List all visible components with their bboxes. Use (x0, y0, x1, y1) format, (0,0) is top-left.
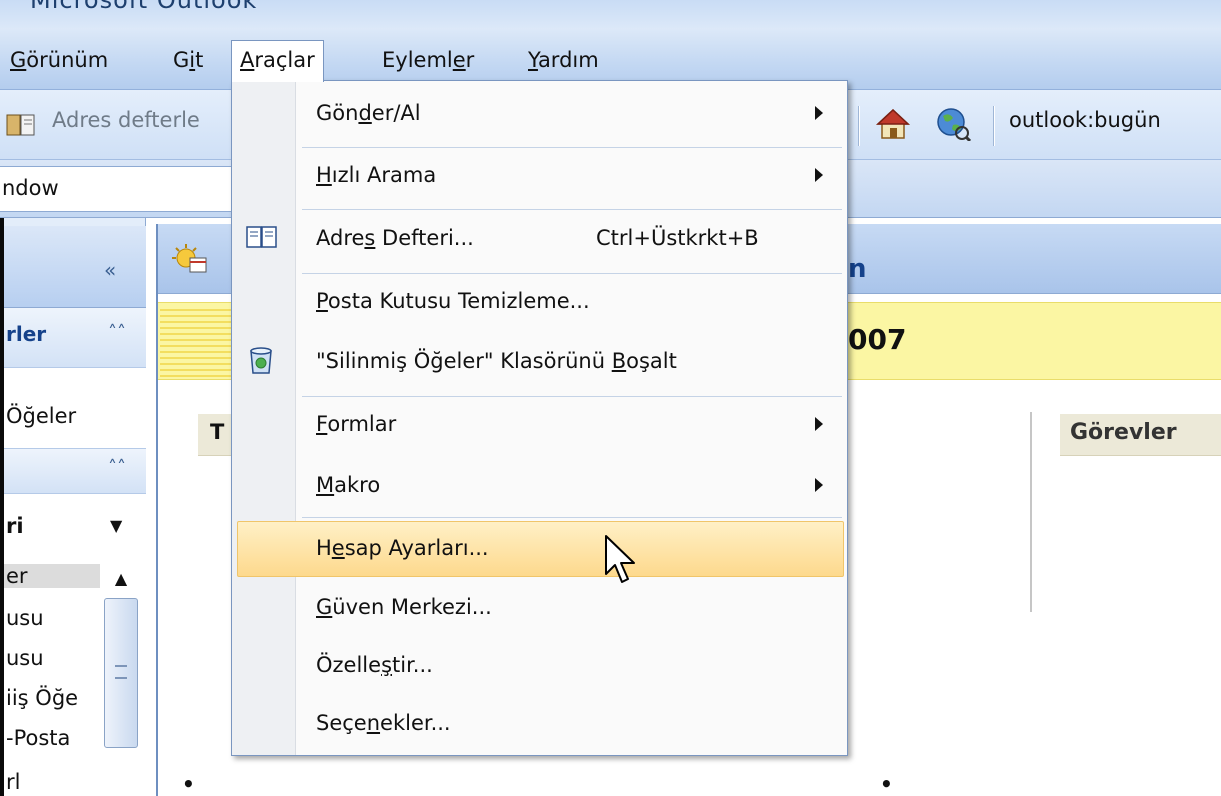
address-bar-input[interactable]: outlook:bugün (1009, 108, 1161, 132)
submenu-arrow-icon (815, 478, 823, 492)
menu-item-account-settings[interactable]: Hesap Ayarları... (237, 521, 844, 577)
submenu-arrow-icon (815, 168, 823, 182)
menu-gorunum-accel: G (10, 48, 27, 72)
main-header-title: n (848, 254, 867, 284)
menu-separator (302, 396, 842, 397)
menu-item-forms[interactable]: Formlar (232, 398, 847, 454)
menu-item-label: Hesap Ayarları... (316, 536, 489, 560)
nav-folder-list: er usu usu iiş Öğe -Posta rl ▲ (0, 558, 146, 796)
menu-yardim-accel: Y (528, 48, 538, 72)
collapse-nav-icon[interactable]: « (104, 258, 116, 282)
list-item[interactable]: iiş Öğe (6, 686, 78, 710)
recycle-bin-icon (246, 347, 276, 380)
menu-item-label: Güven Merkezi... (316, 595, 492, 619)
address-book-icon[interactable] (6, 112, 36, 143)
nav-folder-dropdown[interactable]: ri ▼ (0, 494, 146, 558)
navigation-pane: « rler ˄˄ Öğeler ˄˄ ri ▼ er usu usu iiş … (0, 218, 146, 796)
menu-separator (302, 209, 842, 210)
nav-section-favorites[interactable]: rler ˄˄ (0, 308, 146, 368)
chevron-up-icon[interactable]: ˄˄ (108, 457, 126, 478)
nav-pane-header: « (0, 226, 146, 308)
globe-icon[interactable] (935, 107, 972, 146)
list-item[interactable]: er (0, 564, 100, 588)
menu-git-pre: G (173, 48, 190, 72)
outlook-today-icon (172, 244, 208, 279)
address-book-icon (246, 224, 278, 255)
window-title: Microsoft Outlook (30, 0, 258, 14)
menu-gorunum-label: örünüm (26, 48, 109, 72)
menu-item-macro[interactable]: Makro (232, 459, 847, 515)
list-item[interactable]: usu (6, 646, 44, 670)
menu-separator (302, 273, 842, 274)
sun-graphic (160, 307, 234, 377)
menu-item-options[interactable]: Seçenekler... (232, 697, 847, 753)
menu-item-label: Özelleştir... (316, 653, 433, 677)
tasks-column-header[interactable]: Görevler (1060, 414, 1221, 456)
menu-eylemler-label: r (465, 48, 475, 72)
menu-item-mailbox-cleanup[interactable]: Posta Kutusu Temizleme... (232, 275, 847, 331)
date-banner-text: 007 (848, 323, 907, 356)
menu-item-address-book[interactable]: Adres Defteri... Ctrl+Üstkrkt+B (232, 212, 847, 268)
menu-item-trust-center[interactable]: Güven Merkezi... (232, 581, 847, 637)
search-field[interactable]: ndow (0, 166, 232, 212)
menu-item-customize[interactable]: Özelleştir... (232, 639, 847, 695)
menu-araclar-label: raçlar (254, 48, 315, 72)
list-item[interactable]: usu (6, 606, 44, 630)
menu-yardim[interactable]: Yardım (520, 40, 607, 80)
nav-section-all-folders[interactable]: ˄˄ (0, 448, 146, 494)
menu-araclar[interactable]: Araçlar (231, 40, 324, 82)
menu-git-label: t (195, 48, 204, 72)
menu-gorunum[interactable]: Görünüm (2, 40, 116, 80)
nav-folder-item[interactable]: Öğeler (6, 404, 76, 428)
menu-item-label: Makro (316, 473, 381, 497)
tasks-column-label: Görevler (1070, 420, 1177, 445)
address-book-search-input[interactable]: Adres defterle (52, 108, 200, 132)
content-fragment: • (182, 772, 195, 796)
nav-section-label: rler (6, 322, 47, 346)
list-item[interactable]: -Posta (6, 726, 70, 750)
tools-dropdown-menu: Gönder/Al Hızlı Arama Adres Defteri... C… (231, 80, 848, 756)
menu-git[interactable]: Git (165, 40, 211, 80)
submenu-arrow-icon (815, 106, 823, 120)
menu-item-label: Posta Kutusu Temizleme... (316, 289, 590, 313)
menu-eylemler-accel: e (452, 48, 466, 72)
menu-item-label: Gönder/Al (316, 101, 421, 125)
menu-item-label: "Silinmiş Öğeler" Klasörünü Boşalt (316, 349, 677, 373)
menu-eylemler[interactable]: Eylemler (374, 40, 482, 80)
mouse-pointer-icon (604, 534, 640, 591)
menu-item-label: Hızlı Arama (316, 163, 437, 187)
chevron-up-icon[interactable]: ˄˄ (108, 322, 126, 343)
toolbar-separator (993, 106, 995, 146)
submenu-arrow-icon (815, 417, 823, 431)
nav-section-body: Öğeler (0, 368, 146, 448)
list-item[interactable]: rl (6, 770, 20, 794)
scroll-up-arrow-icon[interactable]: ▲ (104, 566, 138, 592)
menu-item-shortcut: Ctrl+Üstkrkt+B (596, 226, 759, 250)
menu-eylemler-pre: Eyleml (382, 48, 453, 72)
nav-dropdown-label: ri (6, 514, 24, 538)
menu-item-label: Formlar (316, 412, 397, 436)
calendar-column-label: T (210, 420, 225, 444)
scrollbar-thumb[interactable] (104, 598, 138, 748)
window-border (0, 218, 4, 796)
content-fragment: • (880, 772, 893, 796)
menu-item-empty-deleted-items[interactable]: "Silinmiş Öğeler" Klasörünü Boşalt (232, 335, 847, 391)
menu-item-quick-search[interactable]: Hızlı Arama (232, 149, 847, 205)
column-divider (1030, 412, 1032, 612)
menu-item-label: Seçenekler... (316, 711, 451, 735)
menu-yardim-label: ardım (537, 48, 599, 72)
menu-separator (302, 517, 842, 518)
menu-item-label: Adres Defteri... (316, 226, 474, 250)
menu-araclar-accel: A (240, 48, 255, 72)
menu-item-send-receive[interactable]: Gönder/Al (232, 87, 847, 143)
menu-separator (302, 147, 842, 148)
toolbar-separator (858, 106, 860, 146)
home-icon[interactable] (876, 108, 910, 145)
window-title-bar: Microsoft Outlook (0, 0, 1221, 28)
dropdown-arrow-icon[interactable]: ▼ (110, 516, 122, 535)
